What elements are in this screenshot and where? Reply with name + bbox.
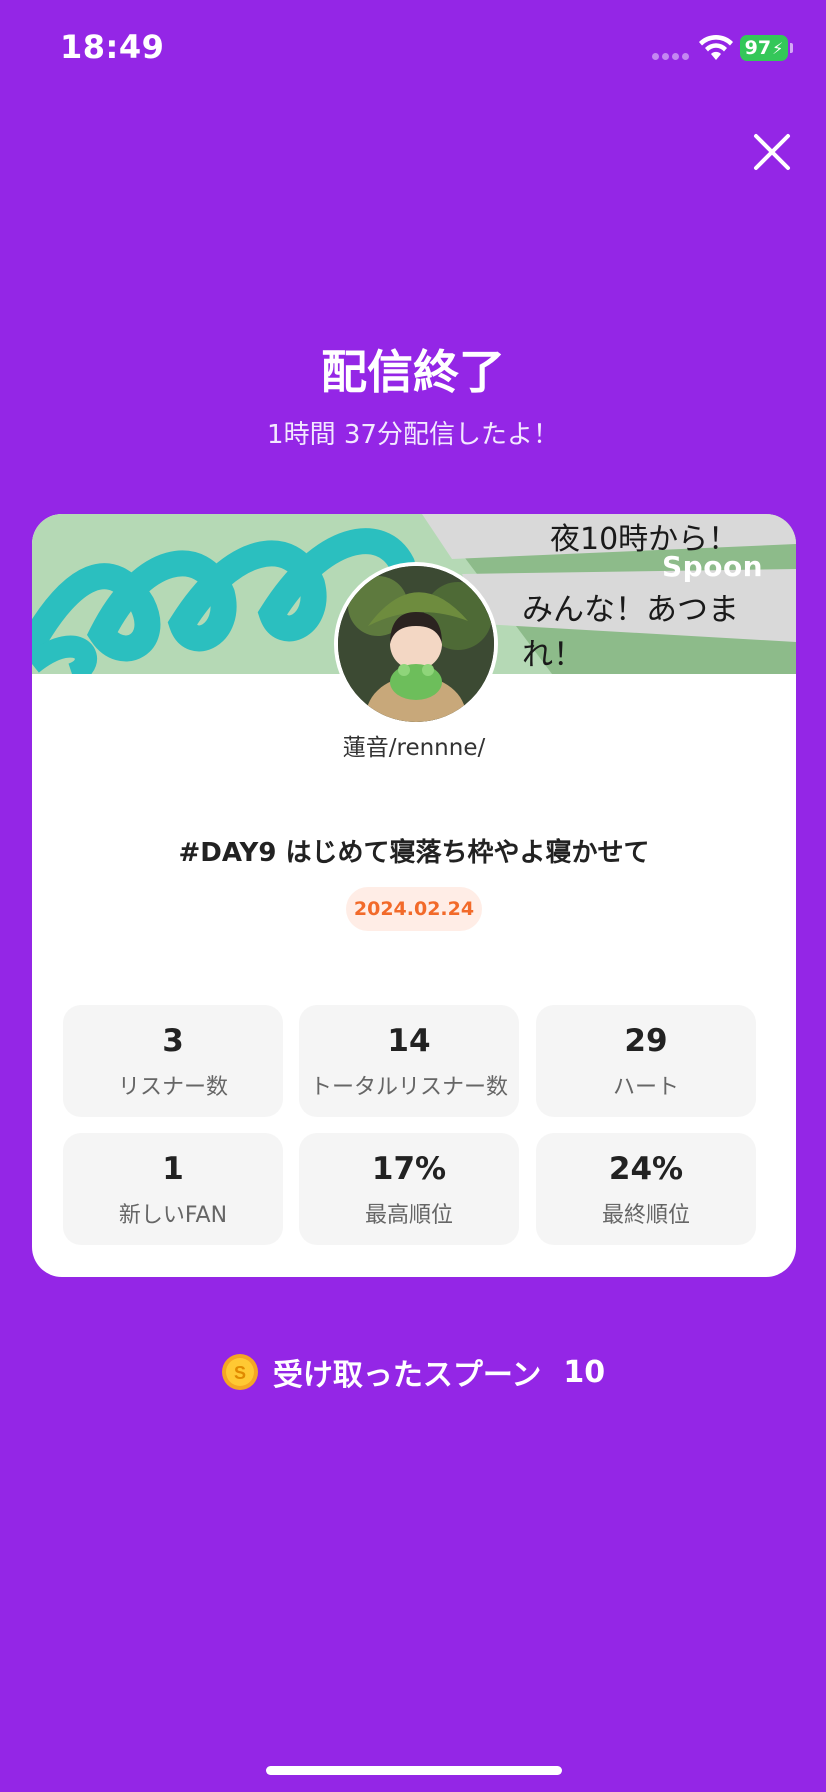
battery-level: 97 bbox=[744, 37, 772, 59]
stat-hearts: 29 ハート bbox=[536, 1005, 756, 1117]
username: 蓮音/rennne/ bbox=[342, 735, 486, 761]
banner-text-line2: みんな！あつまれ！ bbox=[522, 592, 739, 673]
close-icon bbox=[754, 134, 790, 170]
battery-tip bbox=[790, 43, 793, 53]
spoons-received: S 受け取ったスプーン 10 bbox=[0, 1350, 826, 1394]
stat-value: 14 bbox=[387, 1023, 431, 1059]
svg-text:S: S bbox=[234, 1363, 246, 1383]
stat-total-listeners: 14 トータルリスナー数 bbox=[299, 1005, 519, 1117]
stat-value: 17% bbox=[371, 1151, 447, 1187]
spoons-count: 10 bbox=[563, 1354, 606, 1390]
banner-brand: Spoon bbox=[662, 550, 764, 583]
stat-final-rank: 24% 最終順位 bbox=[536, 1133, 756, 1245]
battery-icon: 97 ⚡ bbox=[740, 35, 788, 61]
date-badge: 2024.02.24 bbox=[346, 887, 482, 931]
status-time: 18:49 bbox=[60, 28, 165, 66]
page-title: 配信終了 bbox=[321, 345, 505, 399]
avatar[interactable] bbox=[334, 562, 498, 726]
stat-highest-rank: 17% 最高順位 bbox=[299, 1133, 519, 1245]
stat-listeners: 3 リスナー数 bbox=[63, 1005, 283, 1117]
wifi-icon bbox=[698, 34, 734, 62]
stat-label: ハート bbox=[612, 1075, 679, 1100]
stat-value: 1 bbox=[162, 1151, 184, 1187]
stat-value: 3 bbox=[162, 1023, 184, 1059]
home-indicator[interactable] bbox=[266, 1766, 562, 1775]
stream-title: #DAY9 はじめて寝落ち枠やよ寝かせて bbox=[178, 838, 650, 868]
stat-value: 29 bbox=[624, 1023, 668, 1059]
close-button[interactable] bbox=[748, 128, 796, 176]
stat-label: リスナー数 bbox=[117, 1075, 228, 1100]
spoon-coin-icon: S bbox=[221, 1354, 258, 1390]
summary-card: 夜10時から！ Spoon みんな！あつまれ！ 蓮音/rennne/ #DAY9… bbox=[32, 514, 796, 1277]
stat-label: 新しいFAN bbox=[118, 1203, 228, 1228]
broadcast-duration: 1時間 37分配信したよ！ bbox=[267, 420, 559, 450]
stat-label: 最高順位 bbox=[364, 1203, 453, 1228]
stat-label: トータルリスナー数 bbox=[309, 1075, 508, 1100]
spoons-label: 受け取ったスプーン bbox=[272, 1358, 542, 1393]
stat-new-fans: 1 新しいFAN bbox=[63, 1133, 283, 1245]
stat-label: 最終順位 bbox=[601, 1203, 690, 1228]
stat-value: 24% bbox=[608, 1151, 684, 1187]
cellular-signal-icon bbox=[652, 53, 692, 61]
